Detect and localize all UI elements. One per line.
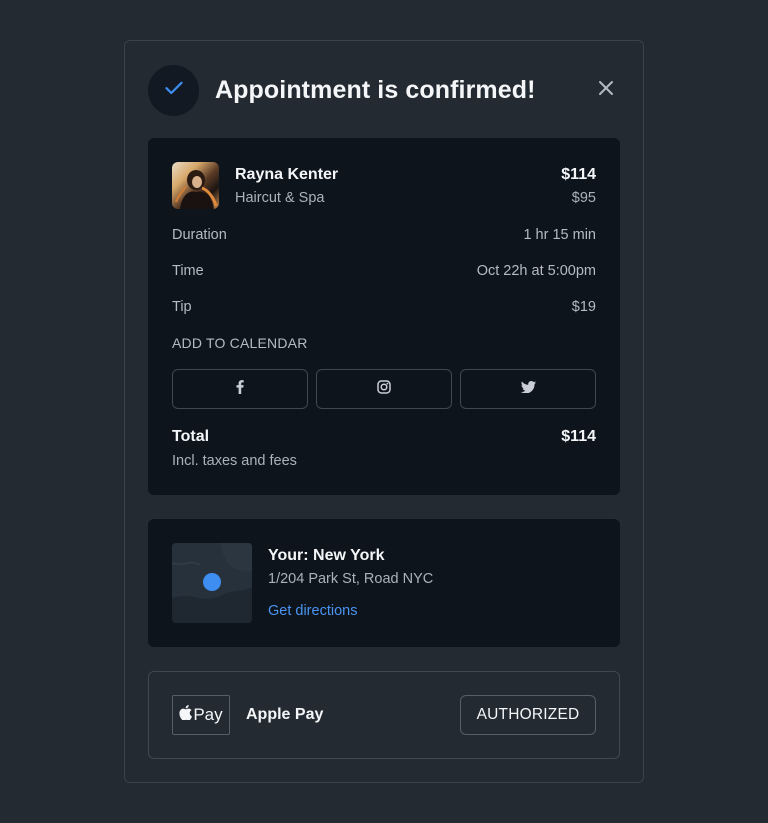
client-name: Rayna Kenter bbox=[235, 166, 339, 183]
payment-status-badge: AUTHORIZED bbox=[460, 695, 596, 735]
payment-card: Pay Apple Pay AUTHORIZED bbox=[148, 671, 620, 759]
modal-title: Appointment is confirmed! bbox=[215, 75, 536, 104]
close-icon bbox=[598, 80, 614, 101]
detail-value: $19 bbox=[571, 299, 596, 315]
twitter-icon bbox=[520, 380, 536, 398]
total-note: Incl. taxes and fees bbox=[172, 453, 297, 469]
detail-value: Oct 22h at 5:00pm bbox=[476, 263, 596, 279]
facebook-icon bbox=[236, 379, 244, 399]
confirmation-modal: Appointment is confirmed! Rayna Kenter H… bbox=[124, 40, 644, 783]
check-badge bbox=[148, 64, 199, 116]
location-title: Your: New York bbox=[268, 547, 385, 564]
price-service: $95 bbox=[571, 190, 596, 206]
instagram-icon bbox=[377, 379, 391, 399]
calendar-buttons bbox=[172, 369, 596, 409]
apple-pay-logo-text: Pay bbox=[193, 705, 223, 724]
booking-card: Rayna Kenter Haircut & Spa $114 $95 Dura… bbox=[148, 138, 620, 495]
map-pin-icon bbox=[203, 573, 221, 591]
map-thumbnail[interactable] bbox=[172, 543, 252, 623]
detail-row-time: Time Oct 22h at 5:00pm bbox=[172, 263, 596, 279]
location-address: 1/204 Park St, Road NYC bbox=[268, 571, 434, 587]
twitter-button[interactable] bbox=[460, 369, 596, 409]
price-total: $114 bbox=[561, 166, 596, 183]
instagram-button[interactable] bbox=[316, 369, 452, 409]
avatar bbox=[172, 162, 219, 209]
total-label: Total bbox=[172, 428, 210, 445]
modal-header: Appointment is confirmed! bbox=[148, 64, 620, 116]
detail-label: Duration bbox=[172, 227, 227, 243]
apple-pay-logo: Pay bbox=[172, 695, 230, 735]
payment-method: Apple Pay bbox=[246, 706, 324, 723]
detail-row-tip: Tip $19 bbox=[172, 299, 596, 315]
detail-value: 1 hr 15 min bbox=[523, 227, 596, 243]
total-value: $114 bbox=[561, 428, 596, 445]
add-to-calendar-label: ADD TO CALENDAR bbox=[172, 335, 308, 351]
apple-icon bbox=[179, 705, 193, 725]
close-button[interactable] bbox=[592, 76, 620, 104]
get-directions-link[interactable]: Get directions bbox=[268, 603, 357, 619]
check-icon bbox=[164, 81, 183, 100]
service-name: Haircut & Spa bbox=[235, 190, 325, 206]
location-card: Your: New York 1/204 Park St, Road NYC G… bbox=[148, 519, 620, 647]
detail-label: Time bbox=[172, 263, 204, 279]
detail-row-duration: Duration 1 hr 15 min bbox=[172, 227, 596, 243]
detail-label: Tip bbox=[172, 299, 192, 315]
facebook-button[interactable] bbox=[172, 369, 308, 409]
